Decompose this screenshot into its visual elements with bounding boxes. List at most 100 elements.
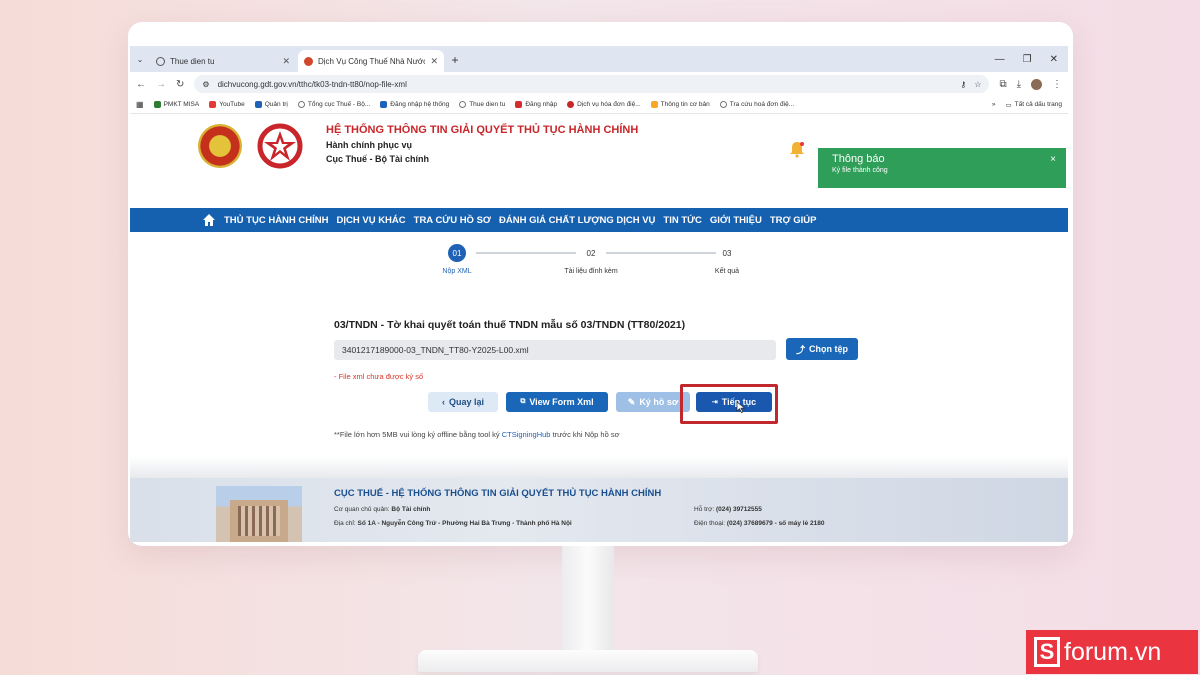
bookmark-item[interactable]: Quản trị [254, 101, 288, 108]
globe-icon [156, 56, 165, 66]
nav-item-tin-tuc[interactable]: TIN TỨC [663, 215, 702, 226]
site-footer: CỤC THUẾ - HỆ THỐNG THÔNG TIN GIẢI QUYẾT… [130, 478, 1068, 542]
bookmarks-overflow-button[interactable]: » [992, 101, 996, 108]
step-3-circle: 03 [718, 244, 736, 262]
all-bookmarks-button[interactable]: ▭ Tất cả dấu trang [1006, 101, 1063, 109]
step-1-label: Nộp XML [442, 268, 472, 275]
page-divider [130, 456, 1068, 478]
ctsigninghub-link[interactable]: CTSigningHub [502, 430, 551, 439]
step-connector [476, 252, 576, 254]
tab-dich-vu-cong[interactable]: Dịch Vụ Công Thuế Nhà Nước ✕ [298, 50, 444, 72]
bookmark-favicon-icon [650, 101, 658, 108]
tax-logo-icon [257, 123, 303, 169]
pen-icon: ✎ [627, 396, 636, 407]
bookmark-item[interactable]: Tổng cục Thuế - Bộ... [297, 101, 370, 108]
close-window-icon[interactable]: ✕ [1050, 54, 1058, 65]
sforum-watermark: S forum.vn [1026, 630, 1198, 674]
home-icon[interactable] [202, 213, 216, 227]
menu-icon[interactable]: ⋮ [1052, 79, 1062, 90]
site-title: HỆ THỐNG THÔNG TIN GIẢI QUYẾT THỦ TỤC HÀ… [326, 124, 639, 136]
site-subtitle: Hành chính phục vụ [326, 140, 413, 150]
file-name-field[interactable]: 3401217189000-03_TNDN_TT80-Y2025-L00.xml [334, 340, 776, 360]
download-icon[interactable]: ⤓ [1017, 79, 1021, 90]
nav-item-gioi-thieu[interactable]: GIỚI THIỆU [710, 215, 762, 226]
minimize-icon[interactable]: — [995, 54, 1005, 65]
nav-item-dich-vu-khac[interactable]: DỊCH VỤ KHÁC [337, 215, 406, 226]
forward-icon[interactable]: → [156, 79, 166, 90]
bell-icon[interactable] [788, 140, 806, 158]
progress-steps: 01 02 03 Nộp XML Tài liệu đính kèm Kết q… [442, 244, 746, 284]
url-field[interactable]: ⚙ dichvucong.gdt.gov.vn/tthc/tk03-tndn-t… [194, 75, 990, 93]
national-emblem-icon [198, 124, 242, 168]
bookmark-item[interactable]: Dịch vụ hóa đơn điệ... [567, 101, 641, 108]
bookmark-item[interactable]: Thông tin cơ bản [650, 101, 710, 108]
mouse-cursor-icon [736, 401, 746, 413]
tab-thue-dien-tu[interactable]: Thue dien tu ✕ [150, 50, 296, 72]
site-info-icon[interactable]: ⚙ [202, 80, 209, 89]
nav-item-tro-giup[interactable]: TRỢ GIÚP [770, 215, 817, 226]
sforum-logo: S [1034, 637, 1060, 667]
tab-title: Dịch Vụ Công Thuế Nhà Nước [318, 56, 426, 66]
toast-message: Ký file thành công [832, 167, 888, 174]
tab-search-icon[interactable]: ⌄ [130, 46, 150, 72]
choose-file-button[interactable]: ⤴ Chọn tệp [786, 338, 858, 360]
nav-item-thu-tuc[interactable]: THỦ TỤC HÀNH CHÍNH [224, 215, 329, 226]
back-icon[interactable]: ← [136, 79, 146, 90]
nav-item-tra-cuu[interactable]: TRA CỨU HỒ SƠ [414, 215, 491, 226]
reload-icon[interactable]: ↻ [176, 79, 184, 90]
bookmark-item[interactable]: Đăng nhập [515, 101, 557, 108]
site-favicon-icon [304, 56, 313, 66]
window-controls: — ❐ ✕ [995, 46, 1068, 72]
close-tab-icon[interactable]: ✕ [282, 56, 290, 67]
bookmark-favicon-icon [567, 101, 575, 108]
browser-window: ⌄ Thue dien tu ✕ Dịch Vụ Công Thuế Nhà N… [130, 46, 1068, 542]
globe-icon [297, 101, 305, 108]
code-icon: ⧉ [520, 398, 526, 405]
bookmark-star-icon[interactable]: ☆ [974, 80, 981, 89]
size-note: **File lớn hơn 5MB vui lòng ký offline b… [334, 430, 620, 439]
web-page: HỆ THỐNG THÔNG TIN GIẢI QUYẾT THỦ TỤC HÀ… [130, 114, 1068, 542]
highlight-box [680, 384, 778, 424]
step-connector [606, 252, 716, 254]
step-3-label: Kết quả [714, 268, 740, 275]
site-agency: Cục Thuế - Bộ Tài chính [326, 154, 429, 164]
apps-grid-icon[interactable]: ▦ [136, 100, 144, 109]
bookmark-item[interactable]: Tra cứu hoá đơn điệ... [719, 101, 794, 108]
monitor-stand-base [418, 650, 758, 672]
extensions-icon[interactable]: ⧉ [999, 79, 1006, 90]
new-tab-button[interactable]: + [446, 50, 464, 72]
building-photo [216, 486, 302, 542]
bookmark-favicon-icon [380, 101, 388, 108]
tab-bar: ⌄ Thue dien tu ✕ Dịch Vụ Công Thuế Nhà N… [130, 46, 1068, 72]
footer-title: CỤC THUẾ - HỆ THỐNG THÔNG TIN GIẢI QUYẾT… [334, 488, 662, 499]
globe-icon [459, 101, 467, 108]
youtube-icon [209, 101, 217, 108]
footer-agency: Cơ quan chủ quản: Bộ Tài chính [334, 506, 431, 513]
url-text: dichvucong.gdt.gov.vn/tthc/tk03-tndn-tt8… [217, 79, 407, 89]
key-icon[interactable]: ⚷ [960, 80, 966, 89]
upload-icon: ⤴ [795, 344, 805, 355]
profile-avatar[interactable] [1031, 78, 1042, 90]
toast-close-icon[interactable]: × [1050, 154, 1056, 165]
step-1-circle: 01 [448, 244, 466, 262]
notification-toast: Thông báo Ký file thành công × [818, 148, 1066, 188]
watermark-text: forum.vn [1064, 637, 1162, 666]
footer-phone: Điện thoại: (024) 37689679 - số máy lẻ 2… [694, 520, 825, 527]
close-tab-icon[interactable]: ✕ [430, 56, 438, 67]
view-form-xml-button[interactable]: ⧉ View Form Xml [506, 392, 608, 412]
main-nav: THỦ TỤC HÀNH CHÍNH DỊCH VỤ KHÁC TRA CỨU … [130, 208, 1068, 232]
bookmark-item[interactable]: Thue dien tu [459, 101, 505, 108]
sign-document-button[interactable]: ✎ Ký hồ sơ [616, 392, 690, 412]
globe-icon [719, 101, 727, 108]
bookmark-item[interactable]: Đăng nhập hệ thống [380, 101, 449, 108]
form-title: 03/TNDN - Tờ khai quyết toán thuế TNDN m… [334, 319, 686, 331]
bookmark-item[interactable]: PMKT MISA [153, 101, 199, 108]
restore-icon[interactable]: ❐ [1023, 54, 1032, 65]
bookmark-favicon-icon [515, 101, 523, 108]
bookmark-item[interactable]: YouTube [209, 101, 245, 108]
nav-item-danh-gia[interactable]: ĐÁNH GIÁ CHẤT LƯỢNG DỊCH VỤ [499, 215, 655, 226]
step-2-circle: 02 [582, 244, 600, 262]
back-button[interactable]: ‹ Quay lại [428, 392, 498, 412]
bookmarks-bar: ▦ PMKT MISA YouTube Quản trị Tổng cục Th… [130, 96, 1068, 114]
footer-address: Địa chỉ: Số 1A - Nguyễn Công Trứ - Phườn… [334, 520, 572, 527]
